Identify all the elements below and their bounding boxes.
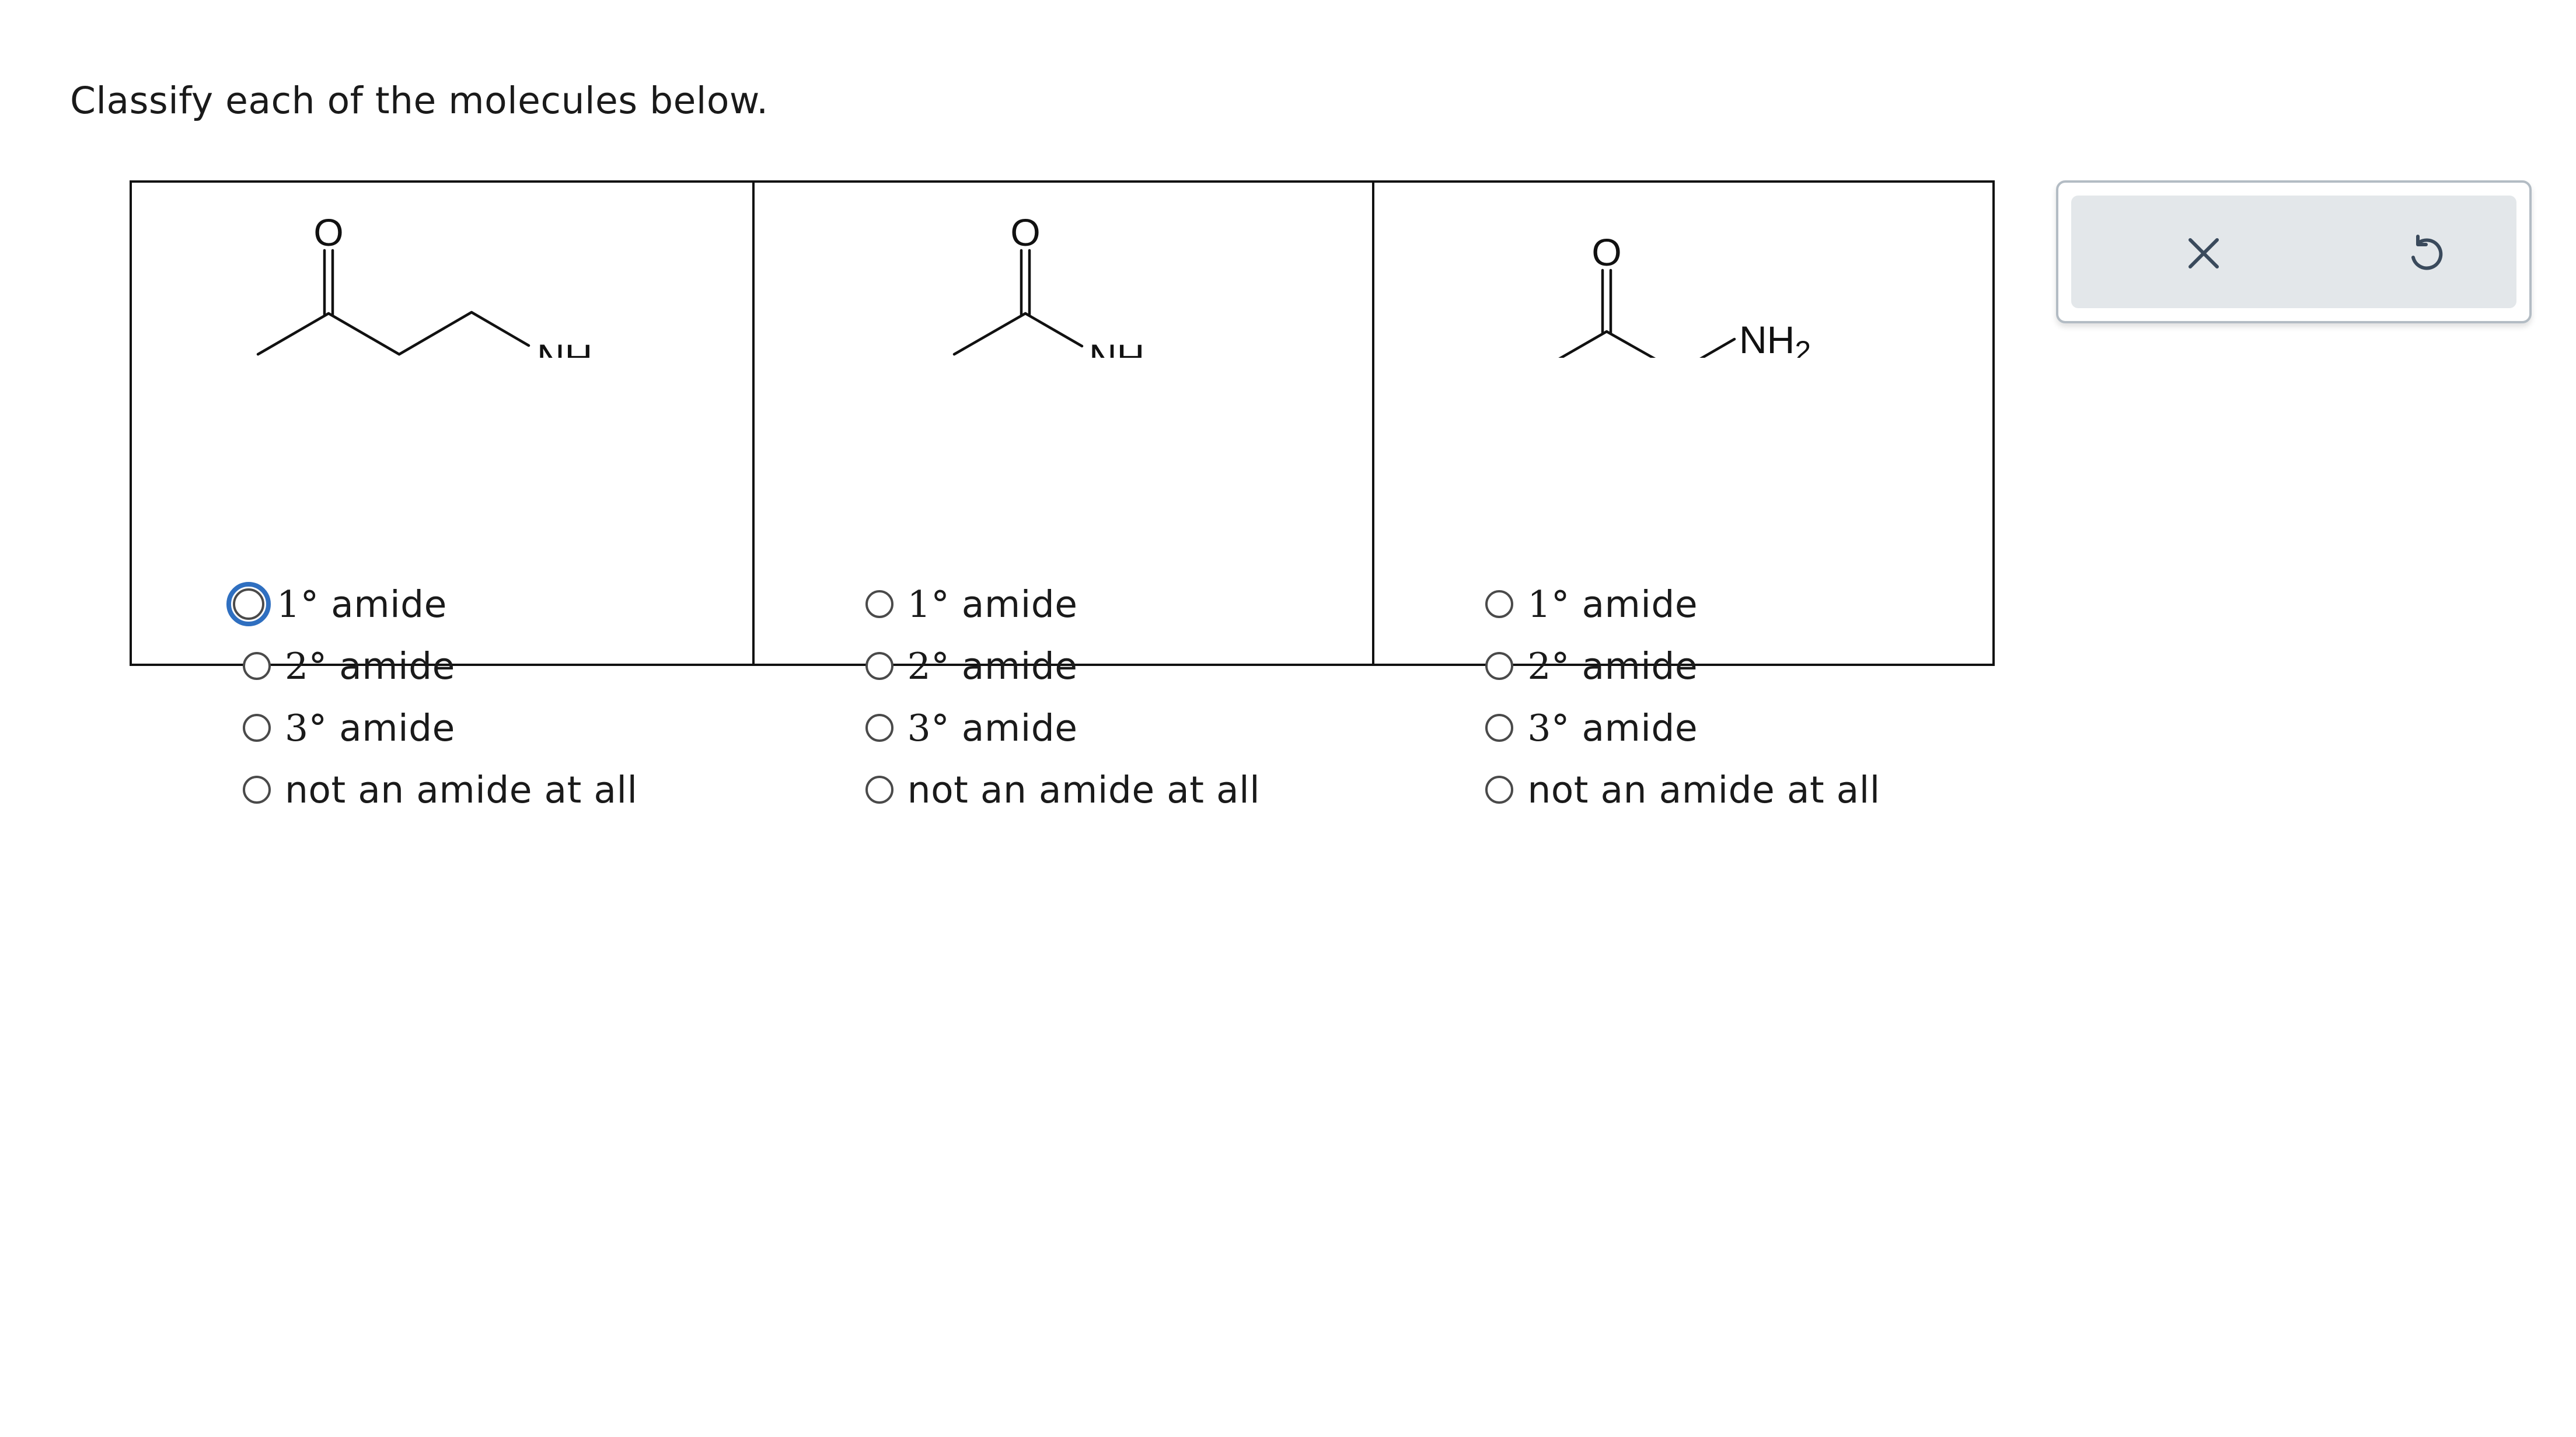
question-prompt: Classify each of the molecules below. (70, 79, 769, 122)
radio-button[interactable] (235, 706, 279, 750)
radio-button[interactable] (857, 582, 902, 626)
molecule-cell-3: O NH2 1° amide 2° amide 3° amide not an ami… (1372, 183, 1992, 811)
radio-button[interactable] (235, 644, 279, 688)
undo-button[interactable] (2393, 221, 2458, 285)
choice-row[interactable]: 3° amide (235, 702, 455, 754)
degree-symbol: ° (1551, 644, 1570, 688)
degree-symbol: ° (308, 706, 327, 749)
radio-circle (1485, 652, 1514, 680)
amine-label: NH2 (1739, 318, 1811, 358)
choice-label: 1° amide (1527, 583, 1698, 626)
close-icon (2188, 238, 2219, 268)
degree-number: 3 (1527, 706, 1551, 749)
radio-circle (865, 714, 893, 742)
choice-text: amide (950, 706, 1078, 749)
undo-icon (2411, 235, 2443, 270)
radio-button[interactable] (1477, 644, 1521, 688)
degree-symbol: ° (931, 583, 950, 626)
radio-circle (243, 714, 271, 742)
radio-circle (865, 776, 893, 804)
molecule-cell-1: O NH2 1° amide2° amide3° amidenot an ami… (132, 183, 752, 811)
choice-text: not an amide at all (1527, 768, 1880, 811)
choice-text: amide (1569, 706, 1698, 749)
degree-symbol: ° (931, 706, 950, 749)
radio-circle (865, 652, 893, 680)
choice-text: amide (327, 644, 455, 688)
molecule-cell-2: O NH2 1° amide2° amide3° amidenot an ami… (752, 183, 1373, 811)
radio-button[interactable] (857, 706, 902, 750)
choice-row[interactable]: not an amide at all (857, 763, 1260, 816)
amine-label: NH2 (537, 336, 609, 358)
choice-row[interactable]: not an amide at all (1477, 763, 1880, 816)
radio-button[interactable] (857, 644, 902, 688)
choice-row[interactable]: 2° amide (857, 640, 1078, 692)
oxygen-label: O (1010, 211, 1040, 254)
radio-circle (233, 588, 264, 620)
molecule-2-structure: O NH2 (952, 211, 1161, 358)
choice-text: amide (1569, 583, 1698, 626)
radio-circle (1485, 714, 1514, 742)
degree-number: 1 (1527, 583, 1551, 626)
clear-button[interactable] (2172, 221, 2236, 285)
radio-circle (1485, 776, 1514, 804)
choice-text: amide (319, 583, 447, 626)
choice-row[interactable]: 2° amide (235, 640, 455, 692)
choice-label: not an amide at all (1527, 769, 1880, 811)
degree-symbol: ° (1551, 706, 1570, 749)
oxygen-label: O (313, 211, 343, 254)
degree-number: 1 (907, 583, 931, 626)
choice-text: amide (950, 644, 1078, 688)
radio-circle (1485, 590, 1514, 618)
choice-label: 2° amide (1527, 645, 1698, 688)
molecule-3-structure: O NH2 (1558, 231, 1811, 358)
choice-text: amide (327, 706, 455, 749)
degree-number: 3 (285, 706, 309, 749)
degree-number: 1 (277, 583, 301, 626)
choice-label: not an amide at all (285, 769, 637, 811)
choice-row[interactable]: 1° amide (226, 578, 447, 630)
choice-row[interactable]: 1° amide (1477, 578, 1698, 630)
choice-label: 2° amide (907, 645, 1078, 688)
radio-button[interactable] (226, 582, 271, 626)
answer-tools-panel (2056, 180, 2532, 323)
choice-row[interactable]: 3° amide (1477, 702, 1698, 754)
radio-button[interactable] (1477, 768, 1521, 812)
radio-circle (865, 590, 893, 618)
radio-button[interactable] (235, 768, 279, 812)
degree-symbol: ° (1551, 583, 1570, 626)
choice-row[interactable]: 2° amide (1477, 640, 1698, 692)
choice-label: 3° amide (1527, 707, 1698, 749)
radio-button[interactable] (857, 768, 902, 812)
degree-number: 3 (907, 706, 931, 749)
choice-label: 3° amide (907, 707, 1078, 749)
degree-number: 2 (1527, 644, 1551, 688)
choice-label: 1° amide (277, 583, 447, 626)
radio-circle (243, 776, 271, 804)
choice-row[interactable]: 1° amide (857, 578, 1078, 630)
choice-label: 2° amide (285, 645, 455, 688)
radio-button[interactable] (1477, 706, 1521, 750)
molecule-1-structure: O NH2 (256, 211, 609, 358)
choice-label: 3° amide (285, 707, 455, 749)
choice-text: not an amide at all (907, 768, 1261, 811)
answer-toolbar (2071, 196, 2516, 308)
degree-symbol: ° (931, 644, 950, 688)
choice-label: 1° amide (907, 583, 1078, 626)
radio-circle (243, 652, 271, 680)
choice-text: amide (950, 583, 1078, 626)
choice-text: not an amide at all (285, 768, 638, 811)
oxygen-label: O (1592, 231, 1622, 274)
choice-label: not an amide at all (907, 769, 1260, 811)
amine-label: NH2 (1089, 336, 1161, 358)
degree-number: 2 (907, 644, 931, 688)
degree-number: 2 (285, 644, 309, 688)
molecule-table: O NH2 1° amide2° amide3° amidenot an ami… (130, 180, 1995, 811)
degree-symbol: ° (308, 644, 327, 688)
choice-text: amide (1569, 644, 1698, 688)
choice-row[interactable]: not an amide at all (235, 763, 637, 816)
radio-button[interactable] (1477, 582, 1521, 626)
choice-row[interactable]: 3° amide (857, 702, 1078, 754)
degree-symbol: ° (300, 583, 319, 626)
